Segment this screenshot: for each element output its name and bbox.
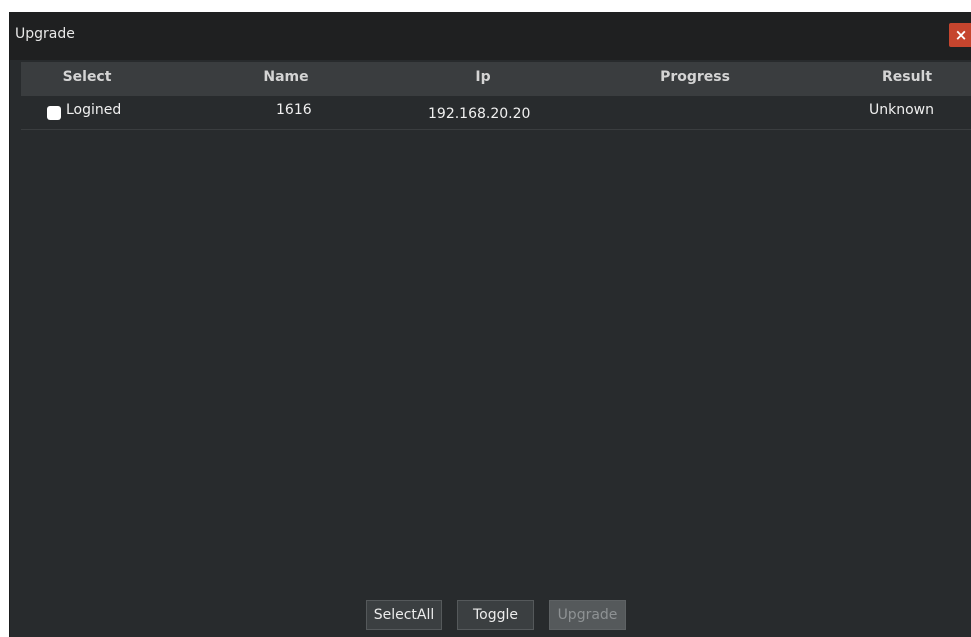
- column-header-name[interactable]: Name: [263, 69, 308, 85]
- select-all-button[interactable]: SelectAll: [366, 600, 442, 630]
- toggle-button[interactable]: Toggle: [457, 600, 534, 630]
- row-result: Unknown: [869, 102, 934, 118]
- dialog-title: Upgrade: [15, 26, 75, 42]
- upgrade-dialog: Upgrade × Select Name Ip Progress Result…: [9, 12, 971, 637]
- row-name: 1616: [276, 102, 312, 118]
- table-header: Select Name Ip Progress Result: [21, 62, 971, 96]
- row-status-label: Logined: [66, 102, 122, 118]
- title-bar: Upgrade ×: [10, 12, 971, 60]
- table-row[interactable]: Logined 1616 192.168.20.20 Unknown: [21, 96, 971, 130]
- close-icon[interactable]: ×: [949, 23, 971, 47]
- column-header-progress[interactable]: Progress: [660, 69, 730, 85]
- column-header-ip[interactable]: Ip: [475, 69, 490, 85]
- column-header-result[interactable]: Result: [882, 69, 932, 85]
- upgrade-button[interactable]: Upgrade: [549, 600, 626, 630]
- button-bar: SelectAll Toggle Upgrade: [10, 592, 971, 637]
- device-table: Select Name Ip Progress Result Logined 1…: [21, 62, 971, 592]
- row-ip: 192.168.20.20: [428, 106, 531, 122]
- row-checkbox[interactable]: [47, 106, 61, 120]
- column-header-select[interactable]: Select: [63, 69, 112, 85]
